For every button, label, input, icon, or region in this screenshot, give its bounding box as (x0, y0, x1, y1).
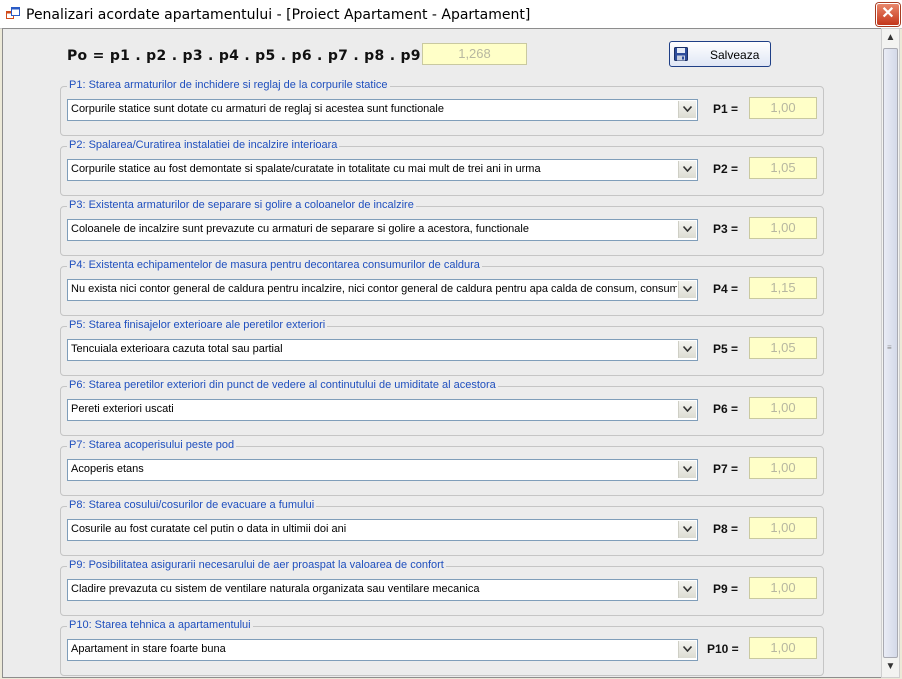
save-button-label: Salveaza (710, 48, 760, 62)
penalty-select-p3[interactable]: Coloanele de incalzire sunt prevazute cu… (67, 219, 698, 241)
chevron-up-icon: ▲ (885, 32, 896, 43)
chevron-down-icon[interactable] (678, 461, 696, 478)
app-window-icon[interactable] (6, 7, 20, 21)
po-value-field[interactable]: 1,268 (422, 43, 527, 65)
penalty-select-value: Corpurile statice sunt dotate cu armatur… (71, 103, 444, 115)
penalty-select-value: Corpurile statice au fost demontate si s… (71, 163, 541, 175)
close-icon: ✕ (881, 5, 895, 22)
chevron-down-icon[interactable] (678, 101, 696, 118)
penalty-group-title: P8: Starea cosului/cosurilor de evacuare… (67, 499, 317, 511)
penalty-select-value: Coloanele de incalzire sunt prevazute cu… (71, 223, 529, 235)
window-title: Penalizari acordate apartamentului - [Pr… (26, 7, 531, 23)
penalty-label-p2: P2 = (713, 162, 739, 176)
penalty-group-p8: P8: Starea cosului/cosurilor de evacuare… (60, 499, 824, 556)
penalty-select-value: Apartament in stare foarte buna (71, 643, 226, 655)
grip-icon: ≡ (887, 343, 892, 352)
penalty-value-p6[interactable]: 1,00 (749, 397, 817, 419)
penalty-select-p2[interactable]: Corpurile statice au fost demontate si s… (67, 159, 698, 181)
chevron-down-icon[interactable] (678, 341, 696, 358)
penalty-group-p1: P1: Starea armaturilor de inchidere si r… (60, 79, 824, 136)
penalty-group-title: P3: Existenta armaturilor de separare si… (67, 199, 416, 211)
penalty-group-title: P6: Starea peretilor exteriori din punct… (67, 379, 498, 391)
penalty-select-p10[interactable]: Apartament in stare foarte buna (67, 639, 698, 661)
penalty-label-p6: P6 = (713, 402, 739, 416)
penalty-value-p4[interactable]: 1,15 (749, 277, 817, 299)
penalty-select-p4[interactable]: Nu exista nici contor general de caldura… (67, 279, 698, 301)
chevron-down-icon[interactable] (678, 161, 696, 178)
penalty-select-p7[interactable]: Acoperis etans (67, 459, 698, 481)
penalty-label-p8: P8 = (713, 522, 739, 536)
save-button[interactable]: Salveaza (669, 41, 771, 67)
penalty-label-p1: P1 = (713, 102, 739, 116)
penalty-group-title: P7: Starea acoperisului peste pod (67, 439, 237, 451)
penalty-value-p5[interactable]: 1,05 (749, 337, 817, 359)
penalty-group-p10: P10: Starea tehnica a apartamentului Apa… (60, 619, 824, 676)
penalty-select-p8[interactable]: Cosurile au fost curatate cel putin o da… (67, 519, 698, 541)
title-bar: Penalizari acordate apartamentului - [Pr… (0, 0, 902, 29)
penalty-select-p5[interactable]: Tencuiala exterioara cazuta total sau pa… (67, 339, 698, 361)
chevron-down-icon[interactable] (678, 641, 696, 658)
penalty-value-p3[interactable]: 1,00 (749, 217, 817, 239)
penalty-group-p2: P2: Spalarea/Curatirea instalatiei de in… (60, 139, 824, 196)
penalty-select-p9[interactable]: Cladire prevazuta cu sistem de ventilare… (67, 579, 698, 601)
penalty-select-value: Pereti exteriori uscati (71, 403, 174, 415)
chevron-down-icon[interactable] (678, 521, 696, 538)
penalty-select-p6[interactable]: Pereti exteriori uscati (67, 399, 698, 421)
penalty-group-p9: P9: Posibilitatea asigurarii necesarului… (60, 559, 824, 616)
penalty-group-title: P5: Starea finisajelor exterioare ale pe… (67, 319, 328, 331)
penalty-group-title: P1: Starea armaturilor de inchidere si r… (67, 79, 390, 91)
penalty-label-p10: P10 = (707, 642, 739, 656)
penalty-label-p4: P4 = (713, 282, 739, 296)
chevron-down-icon[interactable] (678, 581, 696, 598)
penalty-select-p1[interactable]: Corpurile statice sunt dotate cu armatur… (67, 99, 698, 121)
penalty-group-title: P9: Posibilitatea asigurarii necesarului… (67, 559, 446, 571)
penalty-group-p3: P3: Existenta armaturilor de separare si… (60, 199, 824, 256)
penalty-group-title: P4: Existenta echipamentelor de masura p… (67, 259, 482, 271)
penalty-label-p3: P3 = (713, 222, 739, 236)
penalty-group-p6: P6: Starea peretilor exteriori din punct… (60, 379, 824, 436)
penalty-group-title: P10: Starea tehnica a apartamentului (67, 619, 253, 631)
penalty-value-p8[interactable]: 1,00 (749, 517, 817, 539)
penalty-group-p4: P4: Existenta echipamentelor de masura p… (60, 259, 824, 316)
penalty-value-p7[interactable]: 1,00 (749, 457, 817, 479)
chevron-down-icon: ▼ (885, 661, 896, 672)
close-button[interactable]: ✕ (876, 3, 900, 26)
penalty-select-value: Nu exista nici contor general de caldura… (71, 283, 677, 295)
scrollbar-thumb[interactable]: ≡ (883, 48, 898, 658)
vertical-scrollbar[interactable]: ▲ ≡ ▼ (881, 28, 900, 678)
penalty-value-p2[interactable]: 1,05 (749, 157, 817, 179)
scroll-down-button[interactable]: ▼ (883, 659, 898, 675)
penalty-select-value: Acoperis etans (71, 463, 144, 475)
penalty-label-p7: P7 = (713, 462, 739, 476)
penalty-value-p1[interactable]: 1,00 (749, 97, 817, 119)
penalty-label-p5: P5 = (713, 342, 739, 356)
chevron-down-icon[interactable] (678, 401, 696, 418)
penalty-label-p9: P9 = (713, 582, 739, 596)
penalty-group-p5: P5: Starea finisajelor exterioare ale pe… (60, 319, 824, 376)
floppy-disk-icon (674, 47, 688, 61)
chevron-down-icon[interactable] (678, 281, 696, 298)
penalty-value-p10[interactable]: 1,00 (749, 637, 817, 659)
penalty-select-value: Cladire prevazuta cu sistem de ventilare… (71, 583, 480, 595)
penalty-select-value: Tencuiala exterioara cazuta total sau pa… (71, 343, 283, 355)
penalty-group-title: P2: Spalarea/Curatirea instalatiei de in… (67, 139, 340, 151)
penalty-value-p9[interactable]: 1,00 (749, 577, 817, 599)
scroll-up-button[interactable]: ▲ (883, 30, 898, 46)
penalty-group-p7: P7: Starea acoperisului peste pod Acoper… (60, 439, 824, 496)
penalty-select-value: Cosurile au fost curatate cel putin o da… (71, 523, 347, 535)
chevron-down-icon[interactable] (678, 221, 696, 238)
